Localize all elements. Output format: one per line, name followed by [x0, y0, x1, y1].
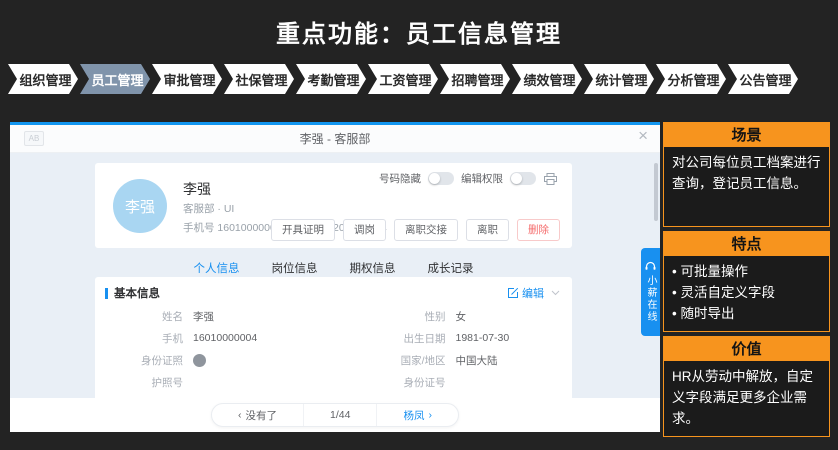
features-section: 特点 可批量操作 灵活自定义字段 随时导出 [663, 231, 830, 332]
edit-button[interactable]: 编辑 [507, 285, 544, 301]
feature-item: 灵活自定义字段 [672, 283, 821, 304]
resign-handover-button[interactable]: 离职交接 [394, 219, 458, 241]
nav-tab-performance[interactable]: 绩效管理 [512, 64, 582, 94]
detail-tabs: 个人信息 岗位信息 期权信息 成长记录 [95, 260, 572, 276]
headset-icon [645, 261, 656, 271]
feature-sidebar: 场景 对公司每位员工档案进行查询，登记员工信息。 特点 可批量操作 灵活自定义字… [663, 122, 830, 432]
tab-growth-record[interactable]: 成长记录 [428, 260, 474, 276]
next-arrow-icon: › [428, 409, 432, 421]
printer-icon[interactable] [543, 172, 558, 186]
action-buttons: 开具证明 调岗 离职交接 离职 删除 [271, 219, 560, 241]
nav-tab-announcement[interactable]: 公告管理 [728, 64, 798, 94]
fields-grid: 姓名李强 性别女 手机 16010000004 出生日期 1981-07-30 身份… [95, 305, 572, 398]
page-count: 1/44 [330, 409, 350, 421]
value-text: HR从劳动中解放，自定义字段满足更多企业需求。 [663, 361, 830, 437]
edit-permission-toggle[interactable] [510, 172, 536, 185]
basic-info-card: 基本信息 编辑 姓名李强 性别女 手机 16010000004 [95, 277, 572, 398]
modal-title: 李强 - 客服部 [300, 130, 371, 147]
scenario-title: 场景 [663, 122, 830, 147]
profile-card: 号码隐藏 编辑权限 李强 李强 客服部 · UI 手机号 16010000004… [95, 163, 572, 248]
field-label: 手机 [95, 331, 183, 346]
modal-header: AB 李强 - 客服部 × [10, 125, 660, 153]
profile-toolbar: 号码隐藏 编辑权限 [379, 171, 558, 186]
nav-tab-salary[interactable]: 工资管理 [368, 64, 438, 94]
modal-body: 号码隐藏 编辑权限 李强 李强 客服部 · UI 手机号 16010000004… [10, 153, 660, 432]
hide-number-label: 号码隐藏 [379, 171, 421, 186]
field-label: 身份证照 [95, 353, 183, 368]
edit-permission-label: 编辑权限 [461, 171, 503, 186]
next-label: 杨凤 [403, 408, 424, 423]
field-row: 护照号 身份证号 [95, 371, 572, 393]
employee-detail-modal: AB 李强 - 客服部 × 号码隐藏 编辑权限 李强 李强 客服部 · UI 手… [10, 122, 660, 432]
avatar: 李强 [113, 179, 167, 233]
chevron-down-icon[interactable] [551, 290, 560, 296]
nav-tab-social-security[interactable]: 社保管理 [224, 64, 294, 94]
basic-info-title: 基本信息 [114, 285, 507, 301]
id-photo-icon[interactable] [193, 354, 206, 367]
nav-tab-employee[interactable]: 员工管理 [80, 64, 150, 94]
features-title: 特点 [663, 231, 830, 256]
scenario-section: 场景 对公司每位员工档案进行查询，登记员工信息。 [663, 122, 830, 227]
edit-label: 编辑 [522, 285, 544, 301]
field-value: 16010000004 [193, 332, 257, 344]
tab-personal-info[interactable]: 个人信息 [194, 260, 240, 276]
pager-position: 1/44 [303, 404, 376, 426]
online-service-tab[interactable]: 小薪在线 [641, 248, 660, 336]
issue-certificate-button[interactable]: 开具证明 [271, 219, 335, 241]
field-label: 姓名 [95, 309, 183, 324]
transfer-post-button[interactable]: 调岗 [343, 219, 386, 241]
prev-label: 没有了 [246, 408, 278, 423]
tab-option-info[interactable]: 期权信息 [350, 260, 396, 276]
field-row: 手机 16010000004 出生日期 1981-07-30 [95, 327, 572, 349]
features-list: 可批量操作 灵活自定义字段 随时导出 [663, 256, 830, 332]
employee-dept: 客服部 · UI [183, 201, 234, 216]
slide-background: 重点功能：员工信息管理 组织管理 员工管理 审批管理 社保管理 考勤管理 工资管… [0, 0, 838, 450]
field-label: 出生日期 [334, 331, 446, 346]
field-label: 护照号 [95, 375, 183, 390]
scrollbar-thumb[interactable] [654, 163, 658, 221]
field-value: 1981-07-30 [456, 332, 510, 344]
pagination-strip: ‹ 没有了 1/44 杨凤 › [10, 398, 660, 432]
hide-number-toggle[interactable] [428, 172, 454, 185]
resign-button[interactable]: 离职 [466, 219, 509, 241]
pager-prev-button[interactable]: ‹ 没有了 [212, 404, 303, 426]
close-icon[interactable]: × [638, 126, 648, 146]
field-value: 中国大陆 [456, 353, 498, 368]
scenario-text: 对公司每位员工档案进行查询，登记员工信息。 [663, 147, 830, 227]
field-label: 国家/地区 [334, 353, 446, 368]
nav-tab-analysis[interactable]: 分析管理 [656, 64, 726, 94]
value-title: 价值 [663, 336, 830, 361]
nav-tab-recruit[interactable]: 招聘管理 [440, 64, 510, 94]
service-tab-label: 小薪在线 [643, 275, 658, 323]
prev-arrow-icon: ‹ [238, 409, 242, 421]
edit-icon [507, 287, 519, 299]
pager-next-button[interactable]: 杨凤 › [376, 404, 458, 426]
font-badge-icon: AB [24, 131, 44, 146]
employee-name: 李强 [183, 179, 211, 199]
employee-pager: ‹ 没有了 1/44 杨凤 › [211, 403, 459, 427]
nav-tab-approval[interactable]: 审批管理 [152, 64, 222, 94]
module-nav: 组织管理 员工管理 审批管理 社保管理 考勤管理 工资管理 招聘管理 绩效管理 … [8, 64, 798, 94]
field-label: 身份证号 [334, 375, 446, 390]
value-section: 价值 HR从劳动中解放，自定义字段满足更多企业需求。 [663, 336, 830, 432]
page-title: 重点功能：员工信息管理 [0, 14, 838, 49]
delete-button[interactable]: 删除 [517, 219, 560, 241]
field-row: 姓名李强 性别女 [95, 305, 572, 327]
basic-info-header: 基本信息 编辑 [95, 277, 572, 305]
tab-position-info[interactable]: 岗位信息 [272, 260, 318, 276]
field-value: 李强 [193, 309, 214, 324]
feature-item: 随时导出 [672, 304, 821, 325]
field-label: 性别 [334, 309, 446, 324]
nav-tab-org[interactable]: 组织管理 [8, 64, 78, 94]
field-row: 身份证照 国家/地区中国大陆 [95, 349, 572, 371]
nav-tab-statistics[interactable]: 统计管理 [584, 64, 654, 94]
section-accent-bar [105, 288, 108, 299]
field-value: 女 [456, 309, 467, 324]
nav-tab-attendance[interactable]: 考勤管理 [296, 64, 366, 94]
feature-item: 可批量操作 [672, 262, 821, 283]
